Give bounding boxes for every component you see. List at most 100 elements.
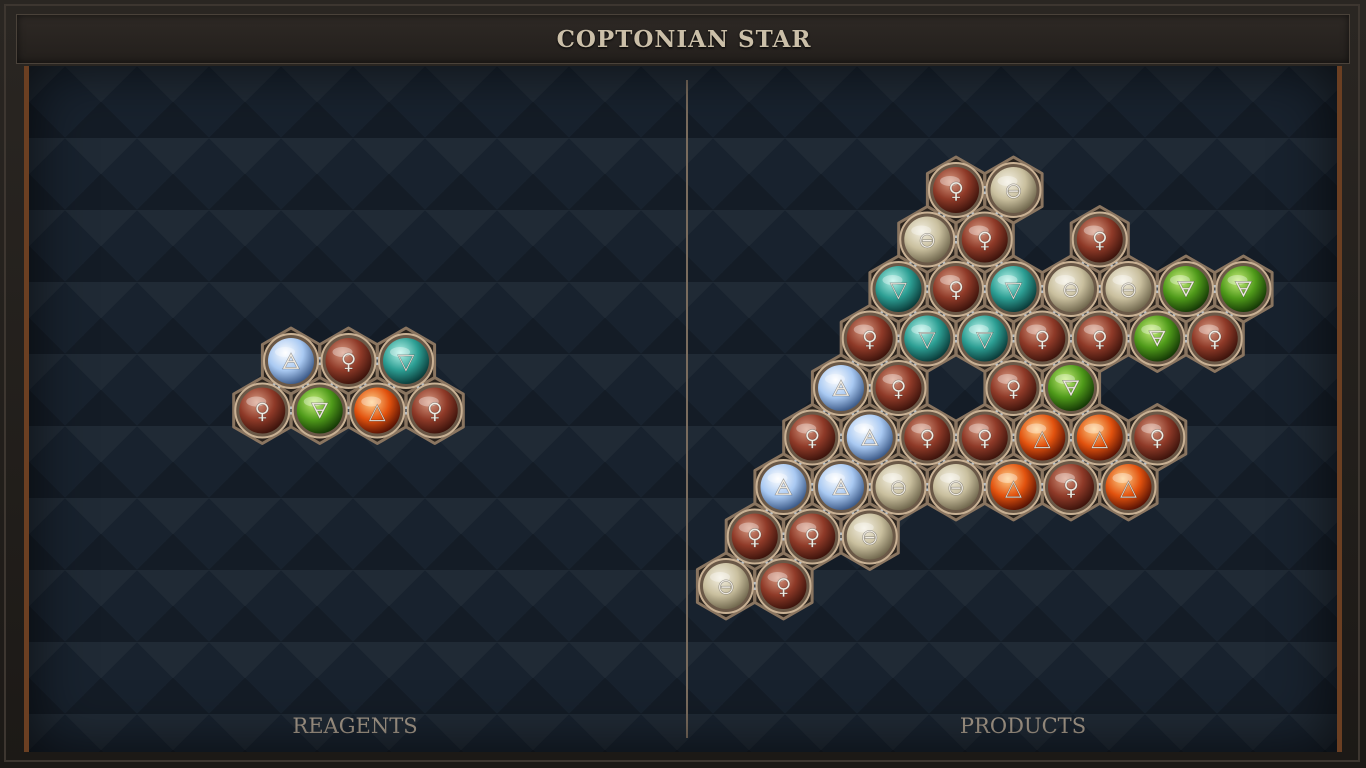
copper-atom: ♀ bbox=[956, 211, 1013, 268]
air-atom: 🜁 bbox=[263, 333, 319, 389]
salt-icon: ⊖ bbox=[947, 476, 965, 501]
earth-icon: 🜃 bbox=[1148, 328, 1167, 353]
copper-atom: ♀ bbox=[726, 508, 783, 565]
copper-atom: ♀ bbox=[956, 409, 1013, 466]
air-icon: 🜁 bbox=[860, 427, 879, 452]
copper-icon: ♀ bbox=[254, 400, 270, 425]
water-icon: ▽ bbox=[976, 328, 993, 353]
copper-icon: ♀ bbox=[1063, 476, 1079, 501]
earth-icon: 🜃 bbox=[1176, 278, 1195, 303]
copper-icon: ♀ bbox=[948, 179, 964, 204]
salt-icon: ⊖ bbox=[1119, 278, 1137, 303]
copper-icon: ♀ bbox=[427, 400, 443, 425]
panel-divider bbox=[686, 80, 688, 738]
earth-atom: 🜃 bbox=[1129, 310, 1186, 367]
air-icon: 🜁 bbox=[831, 476, 850, 501]
copper-icon: ♀ bbox=[340, 350, 356, 375]
copper-atom: ♀ bbox=[1071, 310, 1128, 367]
copper-atom: ♀ bbox=[784, 508, 841, 565]
copper-icon: ♀ bbox=[977, 427, 993, 452]
copper-icon: ♀ bbox=[862, 328, 878, 353]
earth-icon: 🜃 bbox=[310, 400, 329, 425]
water-atom: ▽ bbox=[985, 261, 1042, 317]
air-icon: 🜁 bbox=[281, 350, 300, 375]
fire-atom: △ bbox=[1071, 409, 1128, 466]
salt-icon: ⊖ bbox=[1004, 179, 1022, 204]
copper-icon: ♀ bbox=[977, 229, 993, 254]
copper-atom: ♀ bbox=[1014, 310, 1071, 367]
water-atom: ▽ bbox=[870, 261, 927, 317]
earth-atom: 🜃 bbox=[1158, 261, 1214, 317]
fire-icon: △ bbox=[1120, 476, 1137, 501]
copper-atom: ♀ bbox=[755, 558, 812, 614]
salt-atom: ⊖ bbox=[1100, 261, 1157, 317]
copper-icon: ♀ bbox=[1207, 328, 1223, 353]
copper-icon: ♀ bbox=[919, 427, 935, 452]
salt-atom: ⊖ bbox=[985, 162, 1042, 218]
copper-icon: ♀ bbox=[775, 575, 791, 600]
fire-icon: △ bbox=[369, 400, 386, 425]
copper-icon: ♀ bbox=[948, 278, 964, 303]
air-icon: 🜁 bbox=[774, 476, 793, 501]
salt-icon: ⊖ bbox=[717, 575, 735, 600]
copper-icon: ♀ bbox=[1092, 328, 1108, 353]
copper-atom: ♀ bbox=[1186, 310, 1243, 367]
reagents-molecule: 🜁 ♀ ▽ ♀ 🜃 △ ♀ bbox=[232, 326, 465, 445]
water-atom: ▽ bbox=[899, 310, 956, 367]
copper-icon: ♀ bbox=[1092, 229, 1108, 254]
air-icon: 🜁 bbox=[831, 377, 850, 402]
copper-atom: ♀ bbox=[870, 360, 927, 416]
water-atom: ▽ bbox=[378, 333, 434, 389]
salt-atom: ⊖ bbox=[899, 211, 956, 268]
earth-atom: 🜃 bbox=[1043, 360, 1099, 416]
water-icon: ▽ bbox=[398, 350, 415, 375]
copper-atom: ♀ bbox=[406, 382, 463, 439]
salt-icon: ⊖ bbox=[861, 526, 879, 551]
salt-icon: ⊖ bbox=[1062, 278, 1080, 303]
copper-atom: ♀ bbox=[234, 382, 291, 439]
fire-icon: △ bbox=[1034, 427, 1051, 452]
products-molecule: ♀ ⊖ ⊖ ♀ ♀ ▽ ♀ ▽ ⊖ ⊖ 🜃 🜃 ♀ ▽ ▽ ♀ ♀ 🜃 ♀ 🜁 ♀ ♀ 🜃 ♀ 🜁 ♀ ♀ △ △ ♀ 🜁 🜁 ⊖ ⊖ △ ♀ △ ♀ ♀ ⊖… bbox=[695, 155, 1274, 621]
air-atom: 🜁 bbox=[841, 409, 898, 466]
copper-atom: ♀ bbox=[1129, 409, 1186, 466]
molecule-panel: 🜁 ♀ ▽ ♀ 🜃 △ ♀ ♀ ⊖ ⊖ ♀ ♀ ▽ ♀ ▽ ⊖ ⊖ 🜃 🜃 ♀ ▽ ▽ ♀ ♀ 🜃 ♀ 🜁 ♀ ♀ 🜃 ♀ 🜁 ♀ ♀ △ △ ♀ 🜁 🜁… bbox=[24, 66, 1342, 752]
reagents-label: REAGENTS bbox=[292, 714, 418, 738]
salt-atom: ⊖ bbox=[870, 459, 927, 515]
game-window: COPTONIAN STAR 🜁 ♀ ▽ ♀ 🜃 △ ♀ ♀ ⊖ ⊖ ♀ ♀ ▽ ♀ ▽ ⊖ ⊖ 🜃 🜃 ♀ ▽ ▽ ♀ ♀… bbox=[0, 0, 1366, 768]
copper-atom: ♀ bbox=[841, 310, 898, 367]
copper-icon: ♀ bbox=[1005, 377, 1021, 402]
air-atom: 🜁 bbox=[813, 459, 869, 515]
salt-atom: ⊖ bbox=[841, 508, 898, 565]
water-icon: ▽ bbox=[1005, 278, 1022, 303]
water-atom: ▽ bbox=[956, 310, 1013, 367]
copper-atom: ♀ bbox=[1071, 211, 1128, 268]
copper-icon: ♀ bbox=[804, 526, 820, 551]
earth-atom: 🜃 bbox=[291, 382, 348, 439]
air-atom: 🜁 bbox=[755, 459, 812, 515]
copper-atom: ♀ bbox=[784, 409, 841, 466]
copper-icon: ♀ bbox=[1149, 427, 1165, 452]
copper-atom: ♀ bbox=[320, 333, 377, 389]
salt-icon: ⊖ bbox=[889, 476, 907, 501]
salt-atom: ⊖ bbox=[928, 459, 984, 515]
puzzle-title: COPTONIAN STAR bbox=[556, 26, 812, 53]
earth-atom: 🜃 bbox=[1215, 261, 1272, 317]
fire-atom: △ bbox=[1014, 409, 1071, 466]
copper-icon: ♀ bbox=[804, 427, 820, 452]
copper-atom: ♀ bbox=[1043, 459, 1099, 515]
fire-atom: △ bbox=[985, 459, 1042, 515]
water-icon: ▽ bbox=[919, 328, 936, 353]
copper-atom: ♀ bbox=[985, 360, 1042, 416]
fire-icon: △ bbox=[1005, 476, 1022, 501]
fire-atom: △ bbox=[349, 382, 406, 439]
copper-icon: ♀ bbox=[890, 377, 906, 402]
copper-atom: ♀ bbox=[899, 409, 956, 466]
fire-atom: △ bbox=[1100, 459, 1157, 515]
earth-icon: 🜃 bbox=[1234, 278, 1253, 303]
salt-atom: ⊖ bbox=[1043, 261, 1099, 317]
products-label: PRODUCTS bbox=[959, 714, 1087, 738]
salt-atom: ⊖ bbox=[698, 558, 754, 614]
salt-icon: ⊖ bbox=[918, 229, 936, 254]
copper-atom: ♀ bbox=[928, 261, 984, 317]
fire-icon: △ bbox=[1091, 427, 1108, 452]
